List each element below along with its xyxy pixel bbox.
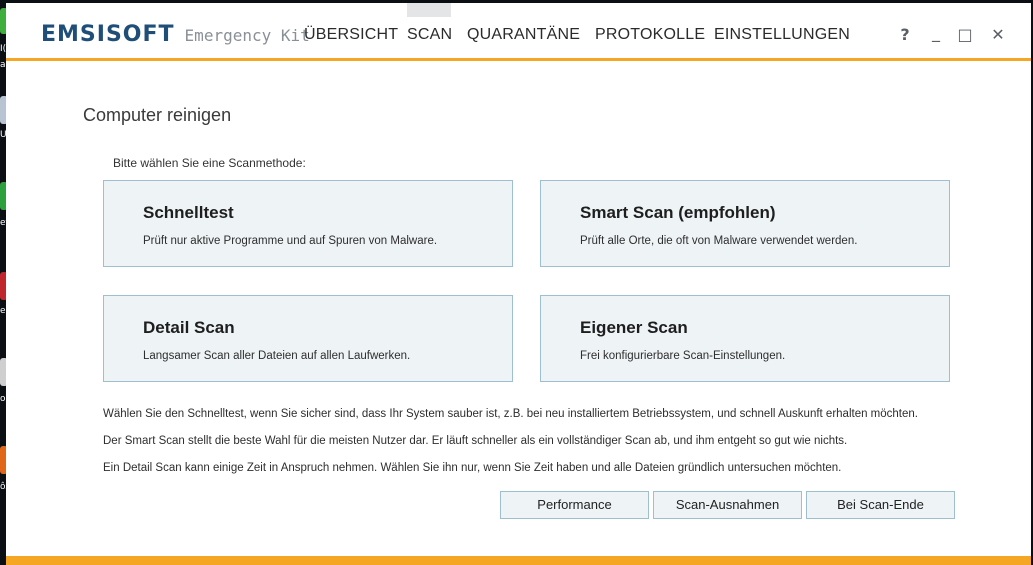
title-bar: EMSISOFT Emergency Kit ÜBERSICHT SCAN QU… [6, 3, 1031, 58]
scan-option-smart[interactable]: Smart Scan (empfohlen) Prüft alle Orte, … [540, 180, 950, 267]
info-text-smart: Der Smart Scan stellt die beste Wahl für… [103, 435, 848, 447]
scan-option-detail[interactable]: Detail Scan Langsamer Scan aller Dateien… [103, 295, 513, 382]
scan-option-description: Langsamer Scan aller Dateien auf allen L… [143, 350, 411, 362]
scan-option-quick[interactable]: Schnelltest Prüft nur aktive Programme u… [103, 180, 513, 267]
app-window: EMSISOFT Emergency Kit ÜBERSICHT SCAN QU… [6, 3, 1031, 565]
tab-uebersicht[interactable]: ÜBERSICHT [304, 26, 398, 44]
scan-exclusions-button[interactable]: Scan-Ausnahmen [653, 491, 802, 519]
bottom-accent-bar [6, 556, 1031, 565]
title-accent-bar [6, 58, 1031, 61]
logo-brand: EMSISOFT [41, 22, 175, 47]
app-logo: EMSISOFT Emergency Kit [41, 22, 310, 48]
minimize-icon[interactable]: _ [926, 23, 946, 42]
scan-option-title: Detail Scan [143, 318, 235, 337]
tab-einstellungen[interactable]: EINSTELLUNGEN [714, 26, 850, 44]
scan-option-description: Prüft alle Orte, die oft von Malware ver… [580, 235, 858, 247]
scan-method-prompt: Bitte wählen Sie eine Scanmethode: [113, 156, 306, 170]
tab-scan[interactable]: SCAN [407, 26, 452, 44]
tab-protokolle[interactable]: PROTOKOLLE [595, 26, 705, 44]
close-icon[interactable]: ✕ [988, 25, 1008, 44]
scan-option-description: Prüft nur aktive Programme und auf Spure… [143, 235, 438, 247]
scan-option-title: Schnelltest [143, 203, 234, 222]
desktop-icon-label: e [0, 306, 6, 316]
page-title: Computer reinigen [83, 105, 232, 125]
tab-quarantaene[interactable]: QUARANTÄNE [467, 26, 580, 44]
scan-option-title: Eigener Scan [580, 318, 688, 337]
scan-option-title: Smart Scan (empfohlen) [580, 203, 776, 222]
scan-option-custom[interactable]: Eigener Scan Frei konfigurierbare Scan-E… [540, 295, 950, 382]
on-scan-finish-button[interactable]: Bei Scan-Ende [806, 491, 955, 519]
logo-product: Emergency Kit [184, 26, 310, 45]
scan-option-description: Frei konfigurierbare Scan-Einstellungen. [580, 350, 786, 362]
help-icon[interactable]: ? [895, 25, 915, 44]
maximize-icon[interactable]: □ [955, 25, 975, 44]
performance-button[interactable]: Performance [500, 491, 649, 519]
info-text-quick: Wählen Sie den Schnelltest, wenn Sie sic… [103, 408, 918, 420]
active-tab-indicator [407, 3, 451, 17]
info-text-detail: Ein Detail Scan kann einige Zeit in Ansp… [103, 462, 842, 474]
